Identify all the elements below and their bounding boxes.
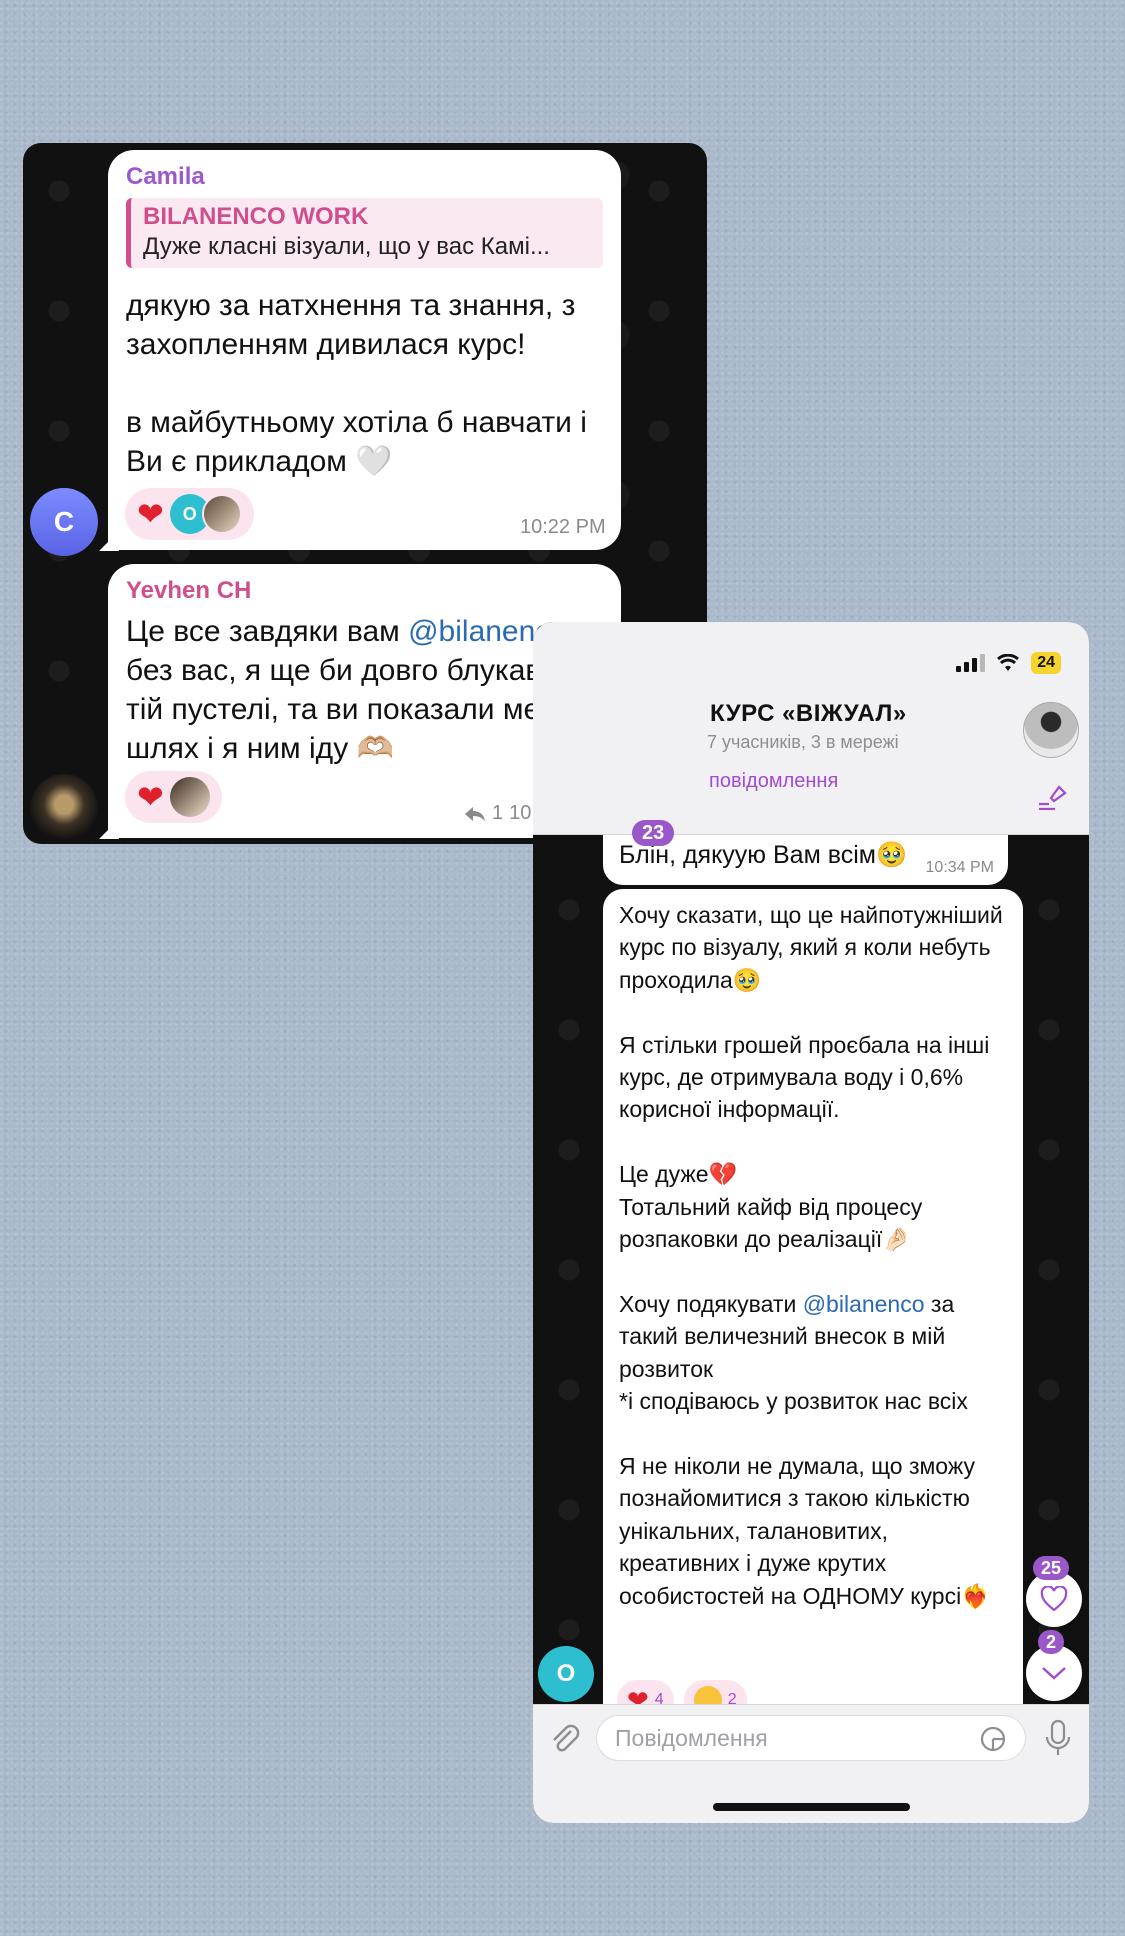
chat-subtitle: 7 учасників, 3 в мережі <box>707 732 899 752</box>
yevhen-avatar[interactable] <box>30 774 98 842</box>
chevron-down-icon <box>1042 1667 1066 1680</box>
chat-title[interactable]: КУРС «ВІЖУАЛ» <box>710 700 907 728</box>
message-text-part: за такий величезний внесок в мій розвито… <box>619 1290 990 1609</box>
input-placeholder: Повідомлення <box>615 1724 768 1751</box>
heart-icon: ❤ <box>137 496 164 532</box>
message-reactions: ❤ <box>125 771 222 823</box>
heart-icon: ❤ <box>137 779 164 815</box>
long-message-bubble[interactable]: Хочу сказати, що це найпотужніший курс п… <box>603 889 1023 1749</box>
message-text: Це все завдяки вам @bilanenco без вас, я… <box>126 612 603 768</box>
message-text: дякую за натхнення та знання, з захоплен… <box>126 289 587 478</box>
sticker-icon[interactable] <box>979 1725 1007 1753</box>
reply-quote[interactable]: BILANENCO WORK Дуже класні візуали, що у… <box>126 198 603 268</box>
microphone-icon[interactable] <box>1043 1719 1073 1757</box>
chat-header: 24 КУРС «ВІЖУАЛ» 7 учасників, 3 в мережі… <box>533 622 1089 835</box>
message-input[interactable]: Повідомлення <box>596 1715 1026 1761</box>
message-reactions: ❤ O <box>125 488 254 540</box>
mentions-badge: 2 <box>1038 1630 1065 1654</box>
battery-indicator: 24 <box>1031 652 1061 674</box>
message-text-part: Це все завдяки вам <box>126 615 409 648</box>
reactor-avatar-photo <box>169 777 210 817</box>
reply-count[interactable]: 1 <box>492 802 503 825</box>
message-meta: 10:22 PM <box>520 516 606 539</box>
message-time: 10:34 PM <box>925 859 994 876</box>
sender-avatar[interactable]: O <box>538 1646 594 1702</box>
message-text-part: без вас, я ще би довго блукав по тій пус… <box>126 654 583 765</box>
camila-avatar[interactable]: C <box>30 488 98 556</box>
message-input-bar: Повідомлення <box>533 1704 1089 1823</box>
status-bar: 24 <box>956 652 1061 674</box>
group-avatar[interactable] <box>1023 702 1079 758</box>
sender-name[interactable]: Yevhen CH <box>126 576 603 606</box>
unread-badge[interactable]: 23 <box>632 820 675 846</box>
reactions-badge: 25 <box>1033 1556 1070 1580</box>
mention-link[interactable]: @bilanenco <box>803 1291 925 1317</box>
message-time: 10:22 PM <box>520 516 606 538</box>
pin-list-icon[interactable] <box>1037 784 1067 810</box>
pinned-message[interactable]: повідомлення <box>709 770 838 793</box>
attach-icon[interactable] <box>547 1721 581 1755</box>
reply-text: Дуже класні візуали, що у вас Камі... <box>143 233 550 260</box>
reply-title: BILANENCO WORK <box>143 203 369 230</box>
home-indicator <box>713 1803 910 1811</box>
heart-outline-icon <box>1040 1586 1068 1612</box>
message-text-part: Хочу сказати, що це найпотужніший курс п… <box>619 902 1003 1317</box>
heart-reaction[interactable]: ❤ O <box>125 488 254 540</box>
sender-name[interactable]: Camila <box>126 162 603 192</box>
chat-screenshot-2: 24 КУРС «ВІЖУАЛ» 7 учасників, 3 в мережі… <box>533 622 1089 1823</box>
signal-icon <box>956 654 986 672</box>
reply-arrow-icon <box>465 806 485 821</box>
wifi-icon <box>997 654 1020 671</box>
message-text: Хочу сказати, що це найпотужніший курс п… <box>619 899 1007 1612</box>
heart-reaction[interactable]: ❤ <box>125 771 222 823</box>
reactor-avatar-photo <box>201 494 242 534</box>
